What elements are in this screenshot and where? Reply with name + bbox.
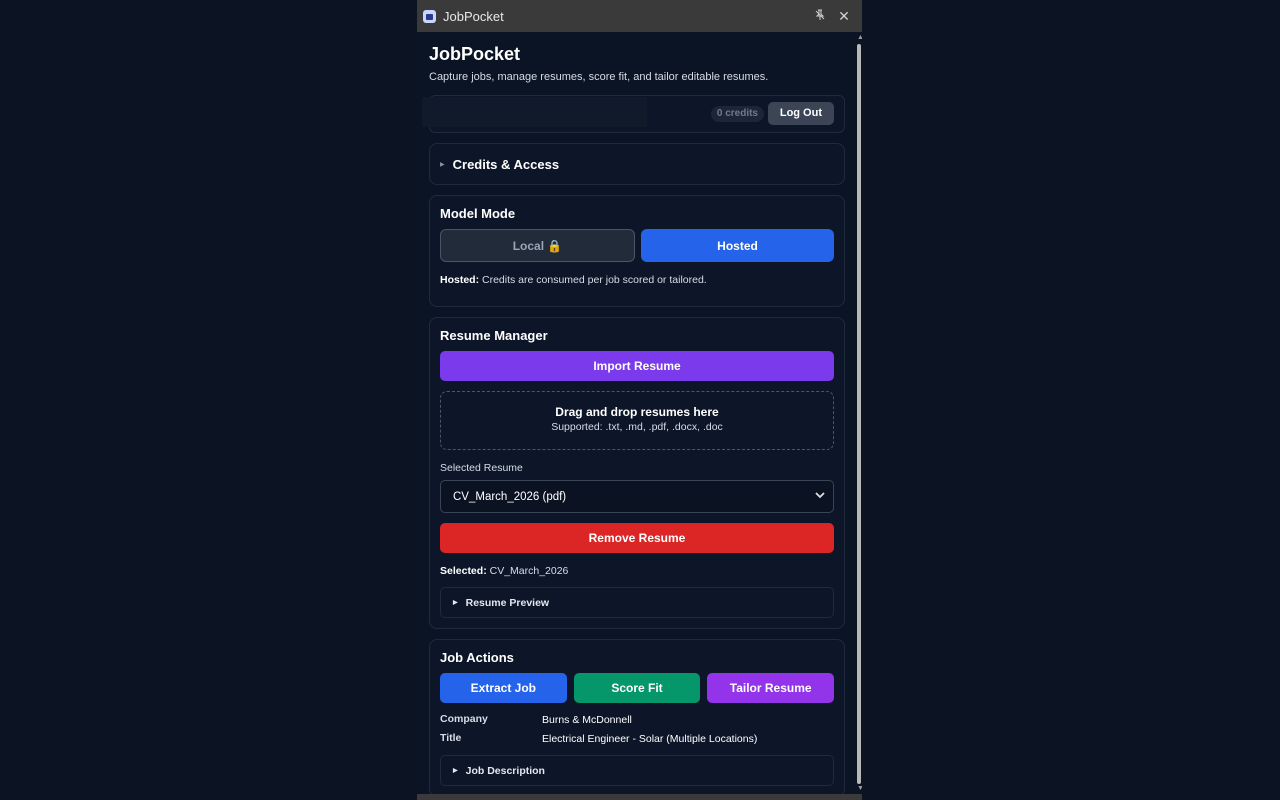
triangle-right-icon: ▶ xyxy=(453,600,458,606)
account-card: 0 credits Log Out xyxy=(422,95,845,133)
job-actions-title: Job Actions xyxy=(440,650,514,665)
dropzone-supported-formats: Supported: .txt, .md, .pdf, .docx, .doc xyxy=(551,421,723,433)
resume-preview-toggle[interactable]: ▶ Resume Preview xyxy=(440,587,834,618)
selected-line-value: CV_March_2026 xyxy=(486,565,569,577)
side-panel-window: JobPocket ✕ JobPocket Capture jobs, mana… xyxy=(417,0,862,800)
scrollbar[interactable]: ▲ ▼ xyxy=(857,32,862,794)
title-row: Title Electrical Engineer - Solar (Multi… xyxy=(440,732,834,745)
title-value: Electrical Engineer - Solar (Multiple Lo… xyxy=(542,733,758,745)
resume-dropzone[interactable]: Drag and drop resumes here Supported: .t… xyxy=(440,391,834,450)
scroll-up-icon[interactable]: ▲ xyxy=(857,34,862,41)
job-actions-card: Job Actions Extract Job Score Fit Tailor… xyxy=(429,639,845,794)
scrollbar-thumb[interactable] xyxy=(857,44,861,784)
import-resume-button[interactable]: Import Resume xyxy=(440,351,834,381)
extract-job-button[interactable]: Extract Job xyxy=(440,673,567,703)
selected-resume-line: Selected: CV_March_2026 xyxy=(440,565,834,577)
job-description-label: Job Description xyxy=(465,764,545,777)
chevron-down-icon xyxy=(815,491,825,502)
dropzone-title: Drag and drop resumes here xyxy=(555,405,719,419)
logout-button[interactable]: Log Out xyxy=(767,102,834,125)
score-fit-button[interactable]: Score Fit xyxy=(573,673,701,703)
window-titlebar: JobPocket ✕ xyxy=(417,0,862,32)
model-mode-title: Model Mode xyxy=(440,206,516,221)
triangle-right-icon: ▶ xyxy=(453,768,458,774)
panel-content: JobPocket Capture jobs, manage resumes, … xyxy=(417,32,857,794)
selected-resume-value: CV_March_2026 (pdf) xyxy=(453,490,567,503)
account-email-field[interactable] xyxy=(422,97,647,127)
model-mode-hint: Hosted: Credits are consumed per job sco… xyxy=(440,274,834,286)
job-description-toggle[interactable]: ▶ Job Description xyxy=(440,755,834,786)
selected-resume-label: Selected Resume xyxy=(440,462,523,474)
tailor-resume-button[interactable]: Tailor Resume xyxy=(707,673,835,703)
company-key: Company xyxy=(440,713,488,725)
remove-resume-button[interactable]: Remove Resume xyxy=(440,523,834,553)
credits-badge: 0 credits xyxy=(710,106,764,122)
company-row: Company Burns & McDonnell xyxy=(440,713,834,726)
page-title: JobPocket xyxy=(429,44,521,64)
close-icon[interactable]: ✕ xyxy=(832,8,856,25)
resume-preview-label: Resume Preview xyxy=(465,596,550,609)
credits-access-title: Credits & Access xyxy=(452,156,560,172)
hint-bold: Hosted: xyxy=(440,274,480,286)
triangle-right-icon: ▶ xyxy=(440,161,445,168)
unpin-icon[interactable] xyxy=(808,8,832,24)
selected-line-bold: Selected: xyxy=(440,565,487,577)
hosted-mode-button[interactable]: Hosted xyxy=(641,229,834,262)
credits-access-section[interactable]: ▶ Credits & Access xyxy=(429,143,845,185)
window-bottom-edge xyxy=(417,794,862,800)
resume-manager-title: Resume Manager xyxy=(440,328,548,343)
app-icon xyxy=(423,9,436,23)
scroll-down-icon[interactable]: ▼ xyxy=(857,785,862,792)
window-title: JobPocket xyxy=(443,8,504,24)
local-mode-button[interactable]: Local 🔒 xyxy=(440,229,635,262)
hint-text: Credits are consumed per job scored or t… xyxy=(479,274,707,286)
company-value: Burns & McDonnell xyxy=(542,714,632,726)
resume-manager-card: Resume Manager Import Resume Drag and dr… xyxy=(429,317,845,629)
selected-resume-select[interactable]: CV_March_2026 (pdf) xyxy=(440,480,834,513)
page-subtitle: Capture jobs, manage resumes, score fit,… xyxy=(429,71,769,83)
title-key: Title xyxy=(440,732,462,744)
model-mode-card: Model Mode Local 🔒 Hosted Hosted: Credit… xyxy=(429,195,845,307)
